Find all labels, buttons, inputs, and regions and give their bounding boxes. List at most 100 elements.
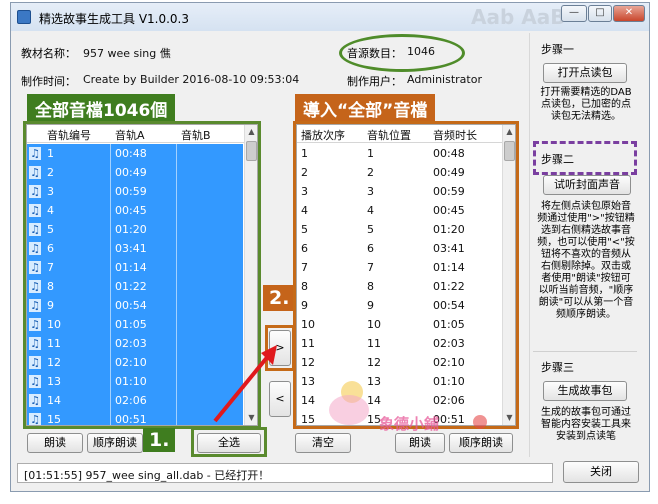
col-audio-duration[interactable]: 音频时长 bbox=[433, 127, 477, 143]
column-divider bbox=[176, 277, 177, 296]
column-divider bbox=[110, 239, 111, 258]
column-divider bbox=[110, 220, 111, 239]
col-track-position[interactable]: 音轨位置 bbox=[367, 127, 411, 143]
scroll-up-icon[interactable]: ▲ bbox=[503, 125, 515, 139]
step1-description: 打开需要精选的DAB点读包，已加密的点读包无法精选。 bbox=[540, 87, 632, 122]
track-position: 3 bbox=[367, 185, 374, 198]
preview-cover-audio-button[interactable]: 试听封面声音 bbox=[543, 175, 631, 195]
generate-story-package-button[interactable]: 生成故事包 bbox=[543, 381, 627, 401]
track-a-duration: 01:10 bbox=[115, 375, 147, 388]
clear-button[interactable]: 清空 bbox=[295, 433, 351, 453]
right-play-button[interactable]: 朗读 bbox=[395, 433, 445, 453]
track-position: 1 bbox=[367, 147, 374, 160]
track-position: 11 bbox=[367, 337, 381, 350]
scroll-thumb[interactable] bbox=[246, 141, 257, 161]
source-track-row[interactable]: ♫ 6 03:41 bbox=[27, 239, 243, 258]
selected-table-scrollbar[interactable]: ▲ ▼ bbox=[502, 125, 515, 425]
source-track-row[interactable]: ♫ 2 00:49 bbox=[27, 163, 243, 182]
column-divider bbox=[176, 391, 177, 410]
source-track-row[interactable]: ♫ 4 00:45 bbox=[27, 201, 243, 220]
track-number: 14 bbox=[47, 394, 61, 407]
source-track-row[interactable]: ♫ 7 01:14 bbox=[27, 258, 243, 277]
col-track-b[interactable]: 音轨B bbox=[181, 127, 211, 143]
selected-track-row[interactable]: 14 14 02:06 bbox=[297, 391, 501, 410]
column-divider bbox=[176, 201, 177, 220]
scroll-up-icon[interactable]: ▲ bbox=[245, 125, 257, 139]
step3-title: 步骤三 bbox=[541, 361, 574, 374]
close-window-button[interactable]: ✕ bbox=[613, 5, 645, 22]
source-table-header: 音轨编号 音轨A 音轨B bbox=[27, 125, 245, 143]
selected-track-row[interactable]: 13 13 01:10 bbox=[297, 372, 501, 391]
step3-description: 生成的故事包可通过智能内容安装工具来安装到点读笔 bbox=[541, 407, 631, 442]
track-position: 10 bbox=[367, 318, 381, 331]
play-order: 4 bbox=[301, 204, 308, 217]
selected-track-row[interactable]: 6 6 03:41 bbox=[297, 239, 501, 258]
source-track-row[interactable]: ♫ 5 01:20 bbox=[27, 220, 243, 239]
close-button[interactable]: 关闭 bbox=[563, 461, 639, 483]
track-a-duration: 01:20 bbox=[115, 223, 147, 236]
selected-track-row[interactable]: 10 10 01:05 bbox=[297, 315, 501, 334]
track-a-duration: 03:41 bbox=[115, 242, 147, 255]
audio-note-icon: ♫ bbox=[29, 356, 41, 369]
scroll-thumb[interactable] bbox=[504, 141, 515, 161]
window-title: 精选故事生成工具 V1.0.0.3 bbox=[39, 12, 190, 26]
selected-track-row[interactable]: 5 5 01:20 bbox=[297, 220, 501, 239]
column-divider bbox=[110, 182, 111, 201]
play-order: 7 bbox=[301, 261, 308, 274]
track-position: 12 bbox=[367, 356, 381, 369]
column-divider bbox=[110, 201, 111, 220]
col-track-a[interactable]: 音轨A bbox=[115, 127, 145, 143]
selected-track-row[interactable]: 12 12 02:10 bbox=[297, 353, 501, 372]
source-track-row[interactable]: ♫ 10 01:05 bbox=[27, 315, 243, 334]
selected-track-row[interactable]: 7 7 01:14 bbox=[297, 258, 501, 277]
source-track-row[interactable]: ♫ 8 01:22 bbox=[27, 277, 243, 296]
selected-track-row[interactable]: 3 3 00:59 bbox=[297, 182, 501, 201]
selected-track-row[interactable]: 11 11 02:03 bbox=[297, 334, 501, 353]
selected-track-table[interactable]: 播放次序 音轨位置 音频时长 1 1 00:48 2 2 00:49 3 3 00:59 4 4 00… bbox=[296, 124, 516, 426]
col-play-order[interactable]: 播放次序 bbox=[301, 127, 345, 143]
step2-description: 将左侧点读包原始音频通过使用">"按钮精选到右侧精选故事音频，也可以使用"<"按… bbox=[537, 201, 635, 320]
audio-duration: 00:45 bbox=[433, 204, 465, 217]
play-order: 15 bbox=[301, 413, 315, 426]
track-number: 9 bbox=[47, 299, 54, 312]
play-order: 3 bbox=[301, 185, 308, 198]
column-divider bbox=[176, 410, 177, 425]
play-order: 5 bbox=[301, 223, 308, 236]
minimize-button[interactable]: — bbox=[561, 5, 587, 22]
play-order: 13 bbox=[301, 375, 315, 388]
right-order-play-button[interactable]: 顺序朗读 bbox=[449, 433, 513, 453]
source-track-row[interactable]: ♫ 3 00:59 bbox=[27, 182, 243, 201]
track-number: 11 bbox=[47, 337, 61, 350]
import-all-annotation: 導入“全部”音檔 bbox=[295, 94, 436, 123]
audio-duration: 02:06 bbox=[433, 394, 465, 407]
play-button[interactable]: 朗读 bbox=[27, 433, 83, 453]
order-play-button[interactable]: 顺序朗读 bbox=[87, 433, 143, 453]
audio-duration: 02:10 bbox=[433, 356, 465, 369]
selected-track-row[interactable]: 2 2 00:49 bbox=[297, 163, 501, 182]
audio-duration: 01:05 bbox=[433, 318, 465, 331]
maximize-button[interactable]: □ bbox=[588, 5, 612, 22]
audio-note-icon: ♫ bbox=[29, 166, 41, 179]
selected-track-row[interactable]: 9 9 00:54 bbox=[297, 296, 501, 315]
audio-note-icon: ♫ bbox=[29, 147, 41, 160]
audio-note-icon: ♫ bbox=[29, 223, 41, 236]
selected-track-row[interactable]: 8 8 01:22 bbox=[297, 277, 501, 296]
track-number: 5 bbox=[47, 223, 54, 236]
source-track-row[interactable]: ♫ 9 00:54 bbox=[27, 296, 243, 315]
track-position: 9 bbox=[367, 299, 374, 312]
column-divider bbox=[110, 391, 111, 410]
column-divider bbox=[176, 163, 177, 182]
col-track-no[interactable]: 音轨编号 bbox=[47, 127, 91, 143]
play-order: 2 bbox=[301, 166, 308, 179]
play-order: 9 bbox=[301, 299, 308, 312]
column-divider bbox=[110, 163, 111, 182]
select-all-button[interactable]: 全选 bbox=[197, 433, 261, 453]
track-number: 3 bbox=[47, 185, 54, 198]
source-track-row[interactable]: ♫ 1 00:48 bbox=[27, 144, 243, 163]
open-package-button[interactable]: 打开点读包 bbox=[543, 63, 627, 83]
scroll-down-icon[interactable]: ▼ bbox=[503, 411, 515, 425]
column-divider bbox=[110, 296, 111, 315]
selected-track-row[interactable]: 4 4 00:45 bbox=[297, 201, 501, 220]
track-number: 12 bbox=[47, 356, 61, 369]
selected-track-row[interactable]: 1 1 00:48 bbox=[297, 144, 501, 163]
